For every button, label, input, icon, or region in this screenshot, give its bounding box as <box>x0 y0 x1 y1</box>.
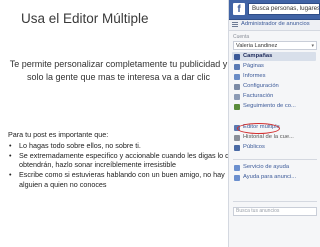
nav-item-ads-help[interactable]: Ayuda para anunci... <box>232 173 316 182</box>
divider <box>233 159 317 160</box>
pages-icon <box>234 63 240 70</box>
nav-item-campaigns[interactable]: Campañas <box>232 52 316 61</box>
ads-manager-screenshot: f Busca personas, lugares Administrador … <box>228 0 320 247</box>
nav-item-pages[interactable]: Páginas <box>232 62 316 71</box>
reports-icon <box>234 73 240 80</box>
billing-icon <box>234 93 240 100</box>
bullet-list: • Lo hagas todo sobre ellos, no sobre ti.… <box>8 141 240 190</box>
account-label: Cuenta <box>233 34 250 40</box>
body-text: Para tu post es importante que: • Lo haga… <box>8 130 240 190</box>
audiences-icon <box>234 144 240 151</box>
slide-subtitle: Te permite personalizar completamente tu… <box>9 59 228 82</box>
divider <box>233 201 317 202</box>
nav-item-billing[interactable]: Facturación <box>232 92 316 101</box>
ads-search-input[interactable]: Busca tus anuncios <box>233 207 317 216</box>
account-history-icon <box>234 134 240 141</box>
slide-title: Usa el Editor Múltiple <box>21 11 149 26</box>
ads-manager-label: Administrador de anuncios <box>241 21 310 27</box>
chevron-down-icon: ▾ <box>311 43 314 49</box>
intro-text: Para tu post es importante que: <box>8 130 109 139</box>
settings-icon <box>234 83 240 90</box>
account-value: Valeria Landinez <box>236 43 278 49</box>
campaigns-icon <box>234 53 240 60</box>
search-input[interactable]: Busca personas, lugares <box>248 3 320 15</box>
highlight-circle <box>237 123 280 134</box>
facebook-top-bar: f Busca personas, lugares <box>229 0 320 20</box>
conversion-tracking-icon <box>234 103 240 110</box>
account-select[interactable]: Valeria Landinez ▾ <box>233 41 317 50</box>
menu-icon <box>232 22 238 27</box>
nav-item-conversion-tracking[interactable]: Seguimiento de co... <box>232 102 316 111</box>
help-icon <box>234 164 240 171</box>
nav-item-settings[interactable]: Configuración <box>232 82 316 91</box>
nav-item-help-center[interactable]: Servicio de ayuda <box>232 163 316 172</box>
ads-help-icon <box>234 174 240 181</box>
facebook-logo-icon[interactable]: f <box>233 3 245 15</box>
nav-item-reports[interactable]: Informes <box>232 72 316 81</box>
bullet-item: • Lo hagas todo sobre ellos, no sobre ti. <box>9 140 141 150</box>
nav-item-audiences[interactable]: Públicos <box>232 143 316 152</box>
bullet-item: • Escribe como si estuvieras hablando con… <box>9 170 225 189</box>
nav-item-account-history[interactable]: Historial de la cue... <box>232 133 316 142</box>
ads-manager-menu[interactable]: Administrador de anuncios <box>229 20 320 31</box>
bullet-item: • Se extremadamente especifico y accionab… <box>9 150 238 170</box>
